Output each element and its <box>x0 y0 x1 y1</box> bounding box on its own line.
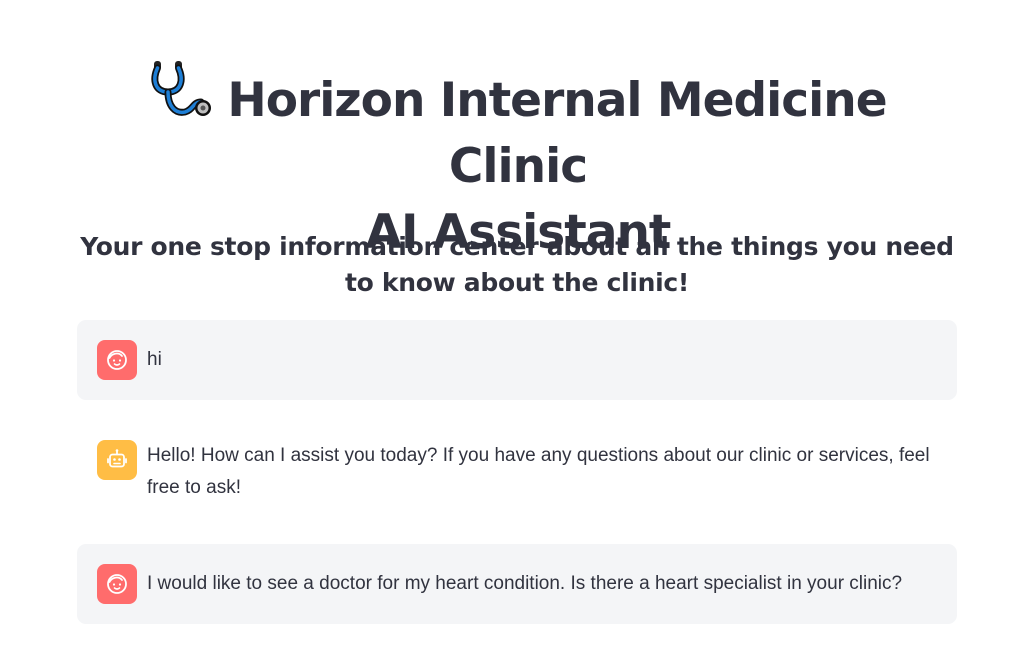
user-face-icon <box>107 574 127 594</box>
message-text: I would like to see a doctor for my hear… <box>147 573 903 594</box>
chat-message-assistant: Hello! How can I assist you today? If yo… <box>77 420 957 524</box>
title-line-1: Horizon Internal Medicine Clinic <box>227 73 887 194</box>
user-avatar <box>97 564 137 604</box>
chat-message-user: I would like to see a doctor for my hear… <box>77 544 957 624</box>
stethoscope-icon <box>149 58 213 122</box>
chat-message-user: hi <box>77 320 957 400</box>
assistant-avatar <box>97 440 137 480</box>
user-face-icon <box>107 350 127 370</box>
message-text: hi <box>147 349 162 370</box>
robot-icon <box>107 449 127 468</box>
message-text: Hello! How can I assist you today? If yo… <box>147 445 930 498</box>
user-avatar <box>97 340 137 380</box>
page-subtitle: Your one stop information center about a… <box>80 232 954 297</box>
chat-page: Horizon Internal Medicine Clinic AI Assi… <box>0 0 1021 652</box>
